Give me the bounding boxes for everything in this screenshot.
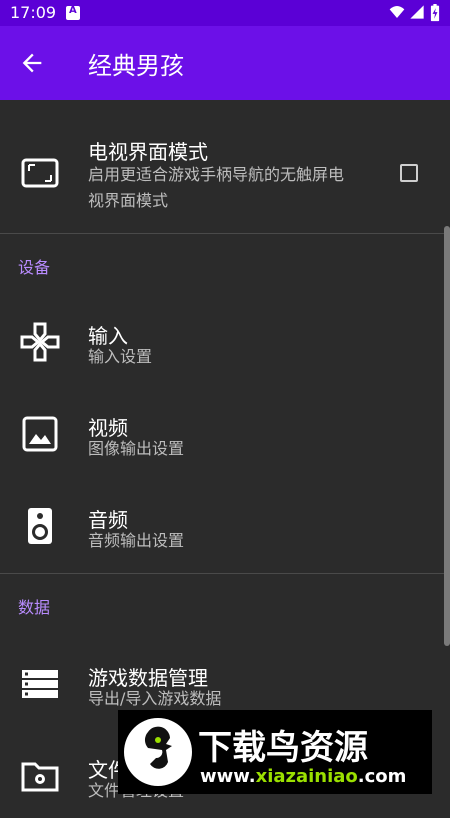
watermark-url-prefix: www. — [200, 766, 256, 787]
gamepad-icon — [20, 322, 60, 362]
tv-mode-checkbox[interactable] — [400, 164, 418, 182]
input-subtitle: 输入设置 — [88, 347, 153, 366]
tv-mode-subtitle-line1: 启用更适合游戏手柄导航的无触屏电 — [88, 165, 345, 184]
watermark-title: 下载鸟资源 — [198, 728, 368, 768]
divider — [0, 573, 450, 574]
watermark-url-main: xiazainiao — [255, 766, 358, 787]
section-device: 设备 — [18, 258, 51, 277]
tv-mode-title: 电视界面模式 — [88, 140, 208, 164]
status-time: 17:09 — [10, 3, 57, 22]
watermark-url-suffix: .com — [357, 766, 407, 787]
watermark-url: www.xiazainiao.com — [200, 766, 406, 787]
status-bar: 17:09 — [0, 0, 450, 26]
wifi-icon — [389, 6, 405, 18]
section-data: 数据 — [18, 598, 51, 617]
setting-tv-mode[interactable]: 电视界面模式 启用更适合游戏手柄导航的无触屏电 视界面模式 — [0, 124, 450, 230]
watermark-logo — [124, 718, 192, 786]
video-subtitle: 图像输出设置 — [88, 439, 185, 458]
watermark: 下载鸟资源 www.xiazainiao.com — [118, 710, 432, 794]
scrollbar[interactable] — [444, 226, 450, 646]
notification-icon — [66, 5, 80, 20]
arrow-left-icon[interactable] — [18, 49, 46, 77]
battery-icon — [430, 4, 440, 22]
tv-mode-subtitle-line2: 视界面模式 — [88, 191, 169, 210]
tv-icon — [21, 158, 59, 188]
signal-icon — [410, 5, 424, 19]
storage-icon — [22, 670, 58, 698]
folder-gear-icon — [21, 762, 59, 792]
page-title: 经典男孩 — [88, 52, 184, 80]
app-bar: 经典男孩 — [0, 26, 450, 100]
setting-audio[interactable]: 音频 音频输出设置 — [0, 494, 450, 568]
speaker-icon — [28, 508, 52, 544]
game-data-subtitle: 导出/导入游戏数据 — [88, 689, 222, 708]
setting-video[interactable]: 视频 图像输出设置 — [0, 402, 450, 476]
settings-list: 电视界面模式 启用更适合游戏手柄导航的无触屏电 视界面模式 设备 输入 输入设置… — [0, 100, 450, 800]
bird-icon — [144, 726, 172, 769]
audio-subtitle: 音频输出设置 — [88, 531, 185, 550]
divider — [0, 233, 450, 234]
setting-input[interactable]: 输入 输入设置 — [0, 310, 450, 384]
image-icon — [22, 416, 58, 452]
